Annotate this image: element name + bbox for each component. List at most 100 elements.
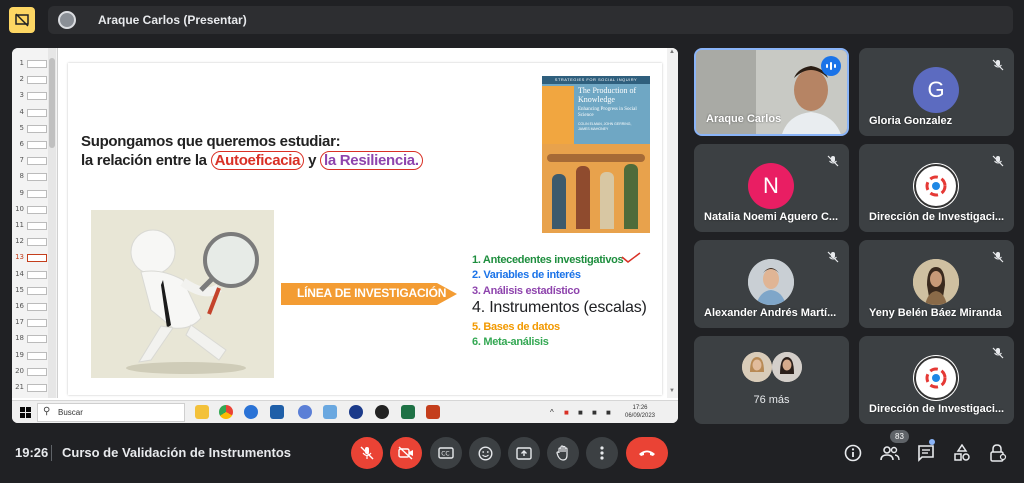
shared-screen: 1 2 3 4 5 6 7 8 9 10 11 12 13 14 15 16 17 18 19 20 21 Supong… [12,48,678,423]
participant-tile-natalia[interactable]: N Natalia Noemi Aguero C... [694,144,849,232]
chat-button[interactable] [915,442,937,464]
participant-tile-gloria-gonzalez[interactable]: G Gloria Gonzalez [859,48,1014,136]
more-participants-tile[interactable]: 76 más [694,336,849,424]
slide-thumbnail-number: 12 [15,237,24,246]
book-subtitle: Enhancing Progress in Social Science [578,107,637,118]
app-icon[interactable] [323,405,337,419]
slide-thumbnail-preview [27,173,47,182]
thumbnail-scroll-thumb[interactable] [49,58,55,148]
checkmark-icon [621,252,641,263]
network-app-icon[interactable] [244,405,258,419]
stop-presenting-icon[interactable] [9,7,35,33]
slide-thumbnail-preview [27,222,47,230]
excel-icon[interactable] [401,405,415,419]
mic-toggle-button[interactable] [351,437,383,469]
list-item-5: 5. Bases de datos [472,321,560,333]
tray-volume-icon[interactable]: ■ [592,408,597,417]
camera-toggle-button[interactable] [390,437,422,469]
slide-thumbnail-number: 10 [15,204,24,213]
org-chart-icon[interactable] [270,405,284,419]
mic-off-icon [360,446,374,460]
search-icon: ⚲ [43,406,51,417]
present-screen-icon [516,446,532,460]
slide-thumbnail-number: 8 [19,172,24,181]
slide-word-resiliencia: la Resiliencia. [320,151,423,170]
divider [51,445,52,461]
slide-scrollbar[interactable]: ▲ ▼ [667,48,678,398]
participant-tile-alexander[interactable]: Alexander Andrés Martí... [694,240,849,328]
mic-off-icon [988,151,1008,171]
captions-button[interactable]: CC [430,437,462,469]
host-controls-button[interactable] [987,442,1009,464]
svg-text:CC: CC [441,451,449,458]
tray-chevron-icon[interactable]: ^ [550,408,554,417]
windows-taskbar: ⚲ Buscar ^ ■ ■ ■ ■ 17:26 06/09/2023 [12,400,678,423]
presenter-avatar [58,11,76,29]
slide-thumbnail-number: 7 [19,156,24,165]
meeting-details-button[interactable] [842,442,864,464]
slide-thumbnail-preview [27,76,47,85]
zoom-app-icon[interactable] [349,405,363,419]
leave-call-button[interactable] [626,437,668,469]
book-title: The Production of Knowledge [578,86,637,104]
hand-icon [556,445,568,461]
r-app-icon[interactable] [298,405,312,419]
obs-icon[interactable] [375,405,389,419]
scroll-down-icon[interactable]: ▼ [669,388,676,394]
captions-icon: CC [438,447,454,459]
list-item-6: 6. Meta-análisis [472,336,549,348]
avatar [748,259,794,305]
slide-thumbnail-preview [27,157,47,166]
slide-thumbnail-number: 3 [19,91,24,100]
slide-thumbnail-number: 13 [15,253,24,262]
windows-start-icon[interactable] [20,407,31,418]
top-bar: Araque Carlos (Presentar) [0,0,1024,40]
chrome-icon[interactable] [219,405,233,419]
slide-thumbnail-number: 9 [19,188,24,197]
slide-thumbnail-number: 1 [19,59,24,67]
participant-tile-araque-carlos[interactable]: Araque Carlos [694,48,849,136]
slide-question-prefix: la relación entre la [81,152,211,169]
list-item-1: 1. Antecedentes investigativos [472,254,624,266]
slide-thumbnail-preview [27,238,47,247]
activities-icon [954,444,970,461]
powerpoint-icon[interactable] [426,405,440,419]
more-participants-count: 76 más [753,394,790,406]
taskbar-search-input[interactable]: ⚲ Buscar [37,403,185,422]
meeting-title: Curso de Validación de Instrumentos [62,445,291,460]
participant-tile-direccion-1[interactable]: Dirección de Investigaci... [859,144,1014,232]
scroll-up-icon[interactable]: ▲ [669,49,676,55]
slide-thumbnail-number: 21 [15,383,24,391]
slide-thumbnail-preview [27,335,47,344]
mic-off-icon [988,55,1008,75]
activities-button[interactable] [951,442,973,464]
taskbar-date: 06/09/2023 [624,413,656,419]
avatar [913,163,959,209]
slide-thumbnail-number: 5 [19,123,24,132]
emoji-icon [477,445,493,461]
avatar [772,352,802,382]
slide-thumbnail-preview [27,303,47,311]
book-illustration [542,144,650,233]
tray-network-icon[interactable]: ■ [578,408,583,417]
research-line-label: LÍNEA DE INVESTIGACIÓN [297,286,447,300]
slide-thumbnail-number: 15 [15,285,24,294]
tray-app-icon[interactable]: ■ [564,408,569,417]
tray-battery-icon[interactable]: ■ [606,408,611,417]
book-series: STRATEGIES FOR SOCIAL INQUIRY [542,76,650,84]
list-item-4: 4. Instrumentos (escalas) [472,299,647,316]
more-options-button[interactable] [586,437,618,469]
reactions-button[interactable] [469,437,501,469]
file-explorer-icon[interactable] [195,405,209,419]
slide-question-line1: Supongamos que queremos estudiar: [81,133,341,150]
participant-tile-direccion-2[interactable]: Dirección de Investigaci... [859,336,1014,424]
taskbar-clock[interactable]: 17:26 06/09/2023 [618,404,662,420]
taskbar-time: 17:26 [632,405,648,411]
meeting-clock: 19:26 [15,445,49,460]
participant-tile-yeny[interactable]: Yeny Belén Báez Miranda [859,240,1014,328]
raise-hand-button[interactable] [547,437,579,469]
slide-thumbnail-number: 2 [19,75,24,84]
people-button[interactable] [879,442,901,464]
participant-name: Araque Carlos [706,113,782,125]
present-now-button[interactable] [508,437,540,469]
